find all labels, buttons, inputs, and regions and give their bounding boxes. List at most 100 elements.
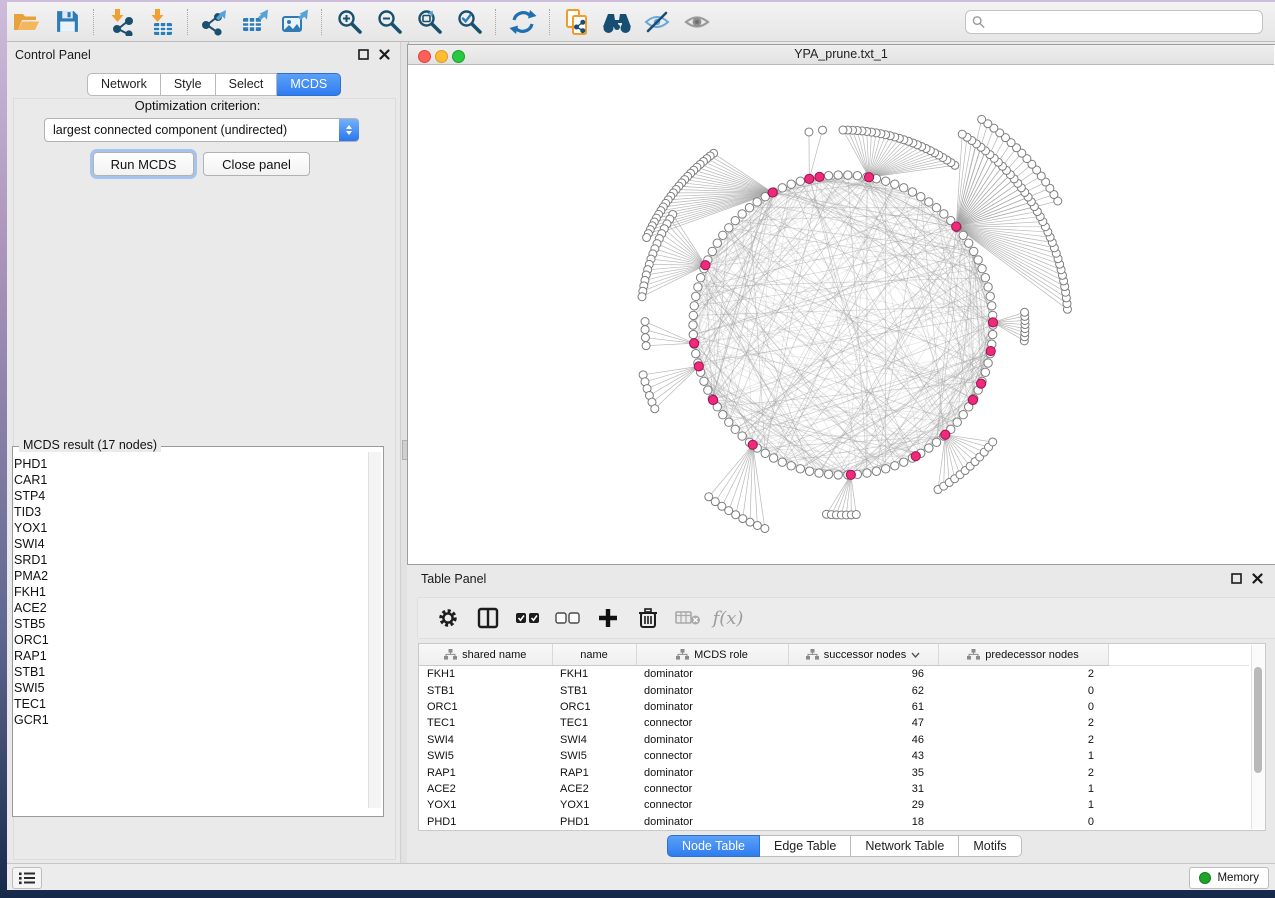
network-leaf-node[interactable]: [958, 130, 966, 138]
mcds-hub-node[interactable]: [952, 222, 961, 231]
mcds-result-list[interactable]: PHD1CAR1STP4TID3YOX1SWI4SRD1PMA2FKH1ACE2…: [14, 456, 366, 808]
table-row[interactable]: YOX1YOX1connector291: [419, 797, 1249, 813]
network-node[interactable]: [692, 349, 700, 357]
network-node[interactable]: [900, 184, 908, 192]
network-node[interactable]: [824, 470, 832, 478]
mcds-result-item[interactable]: PMA2: [14, 568, 366, 584]
network-leaf-node[interactable]: [739, 515, 747, 523]
mcds-result-item[interactable]: TID3: [14, 504, 366, 520]
network-node[interactable]: [881, 177, 889, 185]
network-node[interactable]: [753, 198, 761, 206]
network-node[interactable]: [974, 256, 982, 264]
mcds-result-item[interactable]: STB5: [14, 616, 366, 632]
network-node[interactable]: [908, 188, 916, 196]
mcds-result-item[interactable]: TEC1: [14, 696, 366, 712]
network-node[interactable]: [769, 454, 777, 462]
tab-edge-table[interactable]: Edge Table: [760, 835, 851, 857]
network-node[interactable]: [796, 465, 804, 473]
network-node[interactable]: [925, 444, 933, 452]
preview-eye-icon[interactable]: [677, 6, 717, 38]
maximize-window-icon[interactable]: [452, 50, 465, 63]
table-row[interactable]: ORC1ORC1dominator610: [419, 699, 1249, 715]
network-node[interactable]: [959, 231, 967, 239]
mcds-result-item[interactable]: GCR1: [14, 712, 366, 728]
mcds-hub-node[interactable]: [988, 318, 997, 327]
network-node[interactable]: [815, 469, 823, 477]
network-node[interactable]: [796, 177, 804, 185]
network-node[interactable]: [986, 292, 994, 300]
network-node[interactable]: [824, 171, 832, 179]
network-node[interactable]: [719, 231, 727, 239]
network-leaf-node[interactable]: [1021, 308, 1029, 316]
network-leaf-node[interactable]: [641, 334, 649, 342]
network-leaf-node[interactable]: [839, 126, 847, 134]
mcds-result-item[interactable]: FKH1: [14, 584, 366, 600]
export-image-icon[interactable]: [275, 6, 315, 38]
network-node[interactable]: [689, 330, 697, 338]
network-node[interactable]: [917, 193, 925, 201]
network-node[interactable]: [725, 224, 733, 232]
mcds-result-item[interactable]: STP4: [14, 488, 366, 504]
network-node[interactable]: [738, 432, 746, 440]
network-node[interactable]: [719, 411, 727, 419]
float-icon[interactable]: [358, 49, 369, 60]
search-field[interactable]: [965, 10, 1263, 34]
network-leaf-node[interactable]: [638, 293, 646, 301]
network-leaf-node[interactable]: [643, 234, 651, 242]
zoom-in-icon[interactable]: [329, 6, 369, 38]
add-column-icon[interactable]: [590, 603, 626, 633]
network-node[interactable]: [689, 321, 697, 329]
network-node[interactable]: [872, 467, 880, 475]
network-node[interactable]: [988, 302, 996, 310]
hide-preview-icon[interactable]: [637, 6, 677, 38]
network-node[interactable]: [965, 239, 973, 247]
network-leaf-node[interactable]: [805, 128, 813, 136]
minimize-window-icon[interactable]: [435, 50, 448, 63]
mcds-result-item[interactable]: CAR1: [14, 472, 366, 488]
zoom-selected-icon[interactable]: [449, 6, 489, 38]
mcds-list-scrollbar[interactable]: [368, 452, 381, 808]
show-columns-icon[interactable]: [470, 603, 506, 633]
col-name[interactable]: name: [552, 644, 636, 666]
network-node[interactable]: [925, 198, 933, 206]
network-canvas[interactable]: [408, 65, 1274, 562]
tab-mcds[interactable]: MCDS: [277, 73, 341, 96]
network-leaf-node[interactable]: [852, 511, 860, 519]
network-leaf-node[interactable]: [819, 126, 827, 134]
network-node[interactable]: [984, 359, 992, 367]
close-panel-button[interactable]: Close panel: [203, 152, 310, 176]
mcds-result-item[interactable]: SRD1: [14, 552, 366, 568]
refresh-icon[interactable]: [503, 6, 543, 38]
col-predecessor-nodes[interactable]: predecessor nodes: [938, 644, 1108, 666]
export-network-icon[interactable]: [195, 6, 235, 38]
deselect-all-checkbox-icon[interactable]: [550, 603, 586, 633]
network-leaf-node[interactable]: [989, 438, 997, 446]
network-node[interactable]: [953, 418, 961, 426]
gear-icon[interactable]: [430, 603, 466, 633]
import-table-icon[interactable]: [141, 6, 181, 38]
memory-button[interactable]: Memory: [1189, 867, 1269, 889]
network-leaf-node[interactable]: [651, 405, 659, 413]
tab-style[interactable]: Style: [161, 73, 216, 96]
network-node[interactable]: [844, 171, 852, 179]
mcds-hub-node[interactable]: [986, 346, 995, 355]
mcds-result-item[interactable]: YOX1: [14, 520, 366, 536]
network-node[interactable]: [853, 171, 861, 179]
network-graph[interactable]: [408, 65, 1274, 562]
float-icon[interactable]: [1231, 573, 1242, 584]
table-row[interactable]: SWI5SWI5connector431: [419, 748, 1249, 764]
network-node[interactable]: [981, 368, 989, 376]
network-node[interactable]: [731, 216, 739, 224]
shared-document-icon[interactable]: [557, 6, 597, 38]
network-node[interactable]: [981, 274, 989, 282]
mcds-hub-node[interactable]: [976, 379, 985, 388]
network-node[interactable]: [891, 180, 899, 188]
mcds-hub-node[interactable]: [911, 452, 920, 461]
network-leaf-node[interactable]: [753, 521, 761, 529]
network-node[interactable]: [689, 311, 697, 319]
mcds-result-item[interactable]: STB1: [14, 664, 366, 680]
network-node[interactable]: [834, 171, 842, 179]
network-node[interactable]: [700, 377, 708, 385]
network-window-titlebar[interactable]: YPA_prune.txt_1: [408, 45, 1274, 65]
import-network-icon[interactable]: [101, 6, 141, 38]
